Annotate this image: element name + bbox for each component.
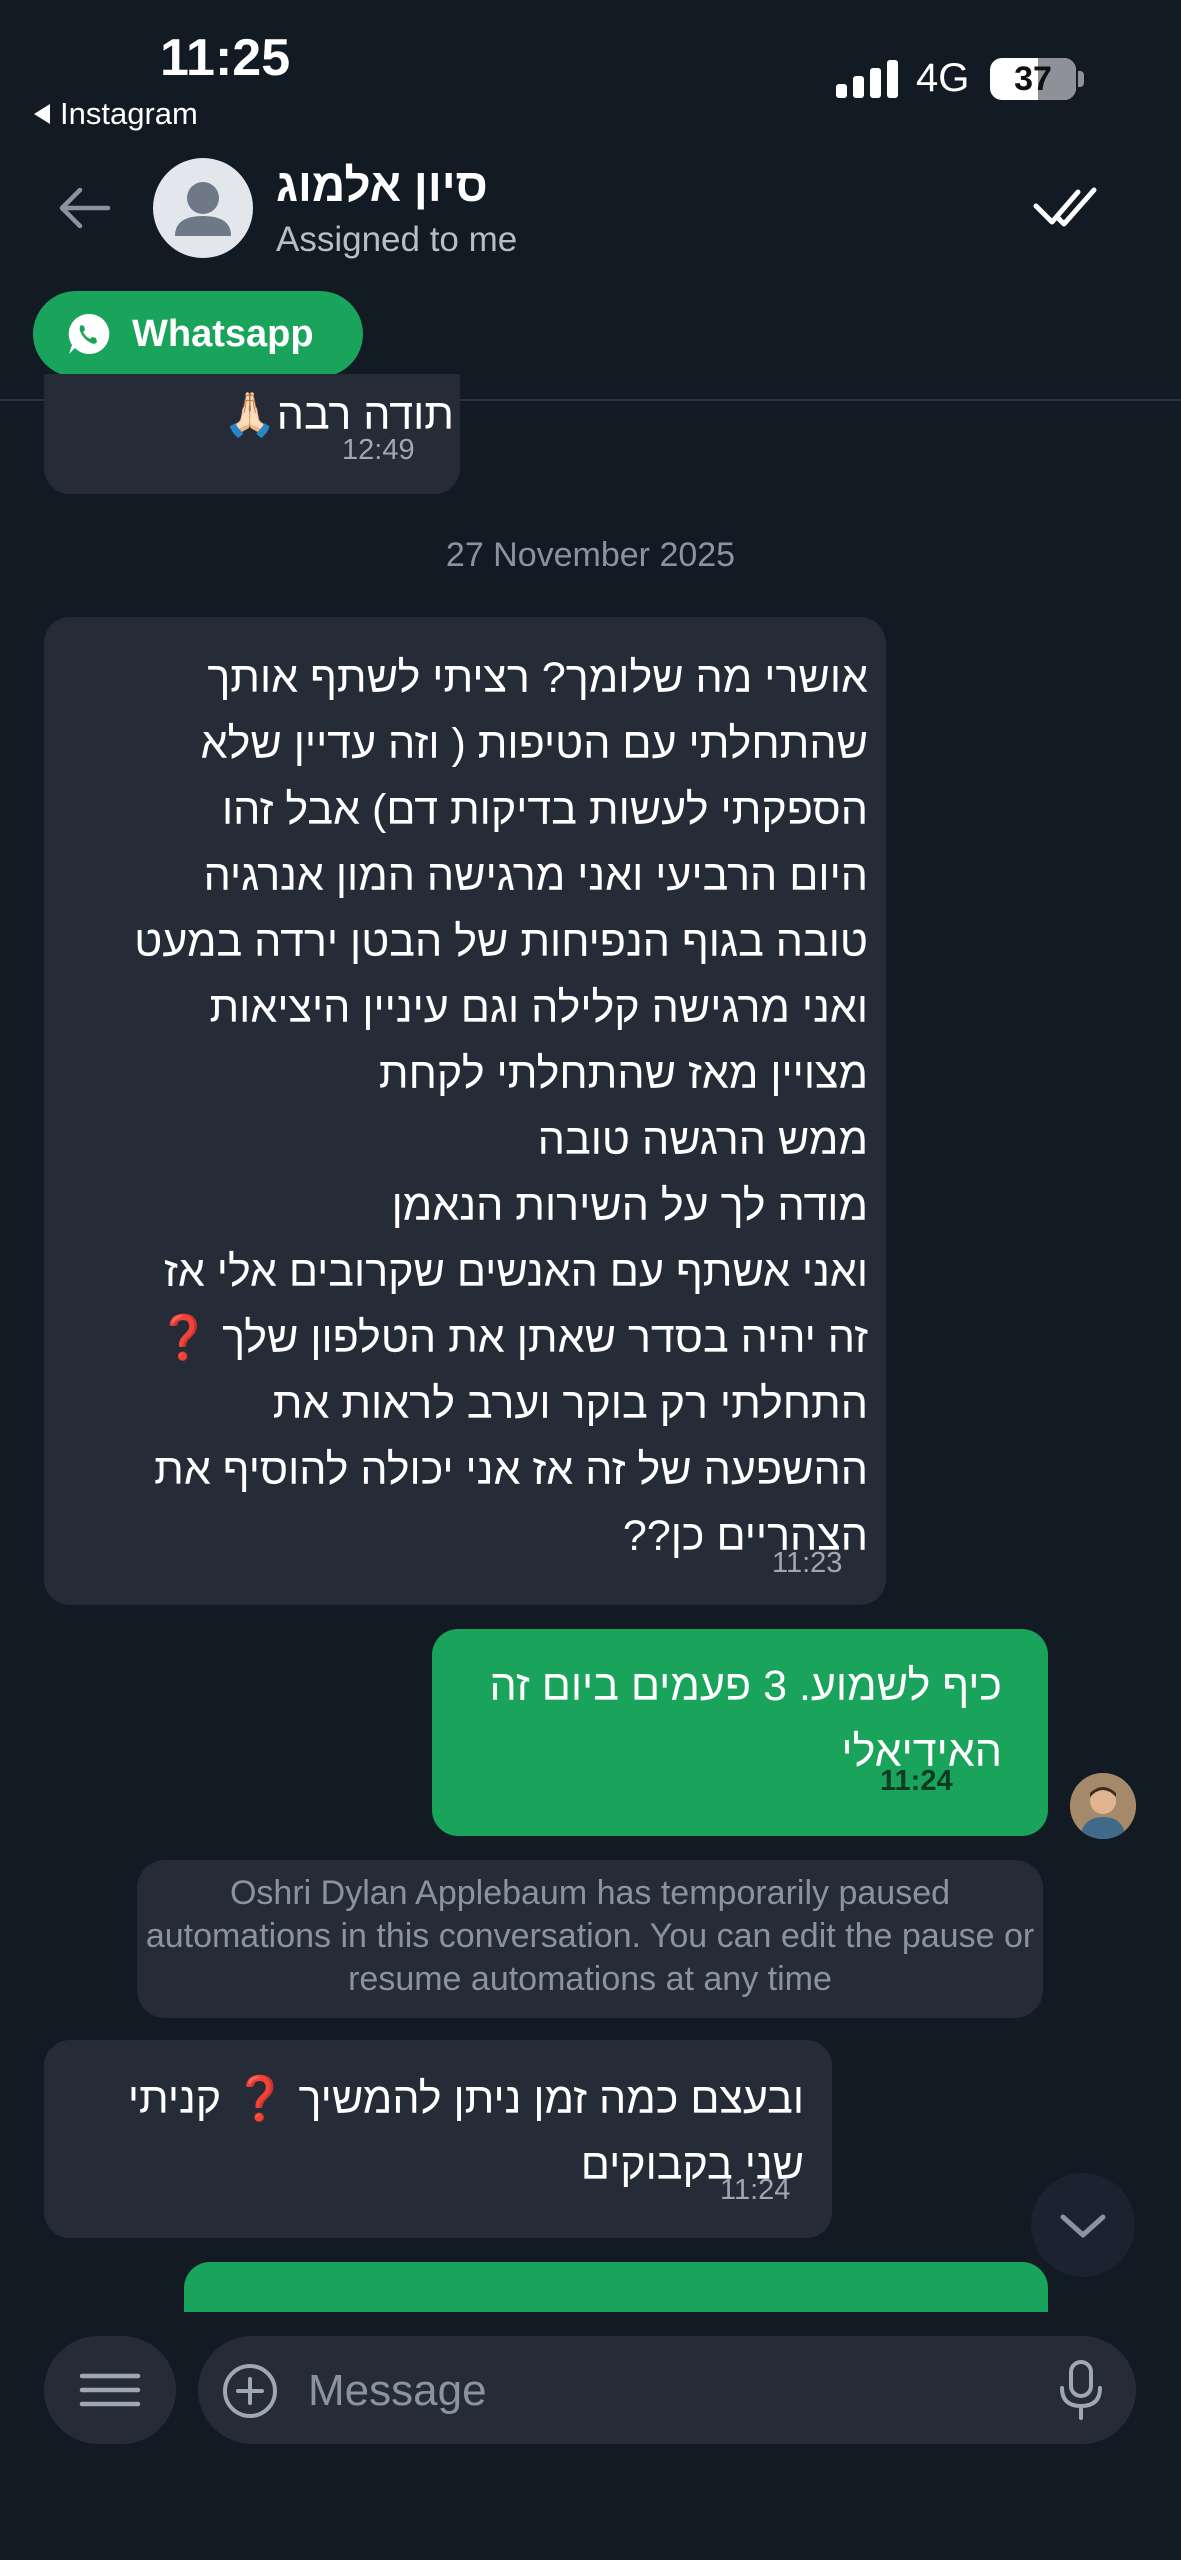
message-time: 12:49 xyxy=(342,434,415,466)
message-time: 11:23 xyxy=(772,1547,843,1579)
back-triangle-icon xyxy=(34,104,50,124)
microphone-icon[interactable] xyxy=(1054,2358,1108,2422)
signal-strength-icon xyxy=(836,60,898,98)
message-text: אושרי מה שלומך? רציתי לשתף אותך שהתחלתי … xyxy=(134,654,868,1560)
message-time: 11:24 xyxy=(880,1765,953,1797)
contact-avatar[interactable] xyxy=(153,158,253,258)
message-bubble-incoming[interactable]: תודה רבה🙏🏻 12:49 xyxy=(44,374,460,494)
message-bubble-outgoing[interactable]: כיף לשמוע. 3 פעמים ביום זה האידיאלי 11:2… xyxy=(432,1629,1048,1836)
checkmark-icon[interactable] xyxy=(1030,176,1100,236)
battery-tip xyxy=(1078,71,1084,87)
user-silhouette-icon xyxy=(175,182,231,236)
chevron-down-icon xyxy=(1060,2214,1106,2238)
contact-name[interactable]: סיון אלמוג xyxy=(276,158,488,212)
system-note: Oshri Dylan Applebaum has temporarily pa… xyxy=(137,1860,1043,2018)
scroll-down-button[interactable] xyxy=(1031,2173,1135,2277)
message-text: ובעצם כמה זמן ניתן להמשיך ❓ קניתי שני בק… xyxy=(127,2075,804,2189)
status-time: 11:25 xyxy=(160,29,291,87)
whatsapp-icon xyxy=(68,313,110,354)
message-bubble-incoming[interactable]: ובעצם כמה זמן ניתן להמשיך ❓ קניתי שני בק… xyxy=(44,2040,832,2238)
message-bubble-incoming[interactable]: אושרי מה שלומך? רציתי לשתף אותך שהתחלתי … xyxy=(44,617,886,1605)
message-input[interactable] xyxy=(306,2350,1030,2432)
back-app-label: Instagram xyxy=(60,96,198,131)
arrow-left-icon[interactable] xyxy=(52,176,116,240)
battery-percent: 37 xyxy=(1014,60,1052,98)
date-separator: 27 November 2025 xyxy=(445,536,736,574)
hamburger-menu-icon xyxy=(79,2373,141,2407)
plus-circle-icon[interactable] xyxy=(220,2361,280,2421)
agent-photo-icon xyxy=(1070,1773,1136,1839)
menu-button[interactable] xyxy=(44,2336,176,2444)
agent-avatar xyxy=(1070,1773,1136,1839)
channel-chip-whatsapp[interactable]: Whatsapp xyxy=(33,291,363,377)
channel-chip-label: Whatsapp xyxy=(132,312,314,355)
assignment-status: Assigned to me xyxy=(276,220,518,259)
battery-icon: 37 xyxy=(990,58,1076,100)
back-to-app-link[interactable]: Instagram xyxy=(34,96,198,132)
network-type: 4G xyxy=(916,56,970,100)
message-time: 11:24 xyxy=(720,2174,791,2206)
